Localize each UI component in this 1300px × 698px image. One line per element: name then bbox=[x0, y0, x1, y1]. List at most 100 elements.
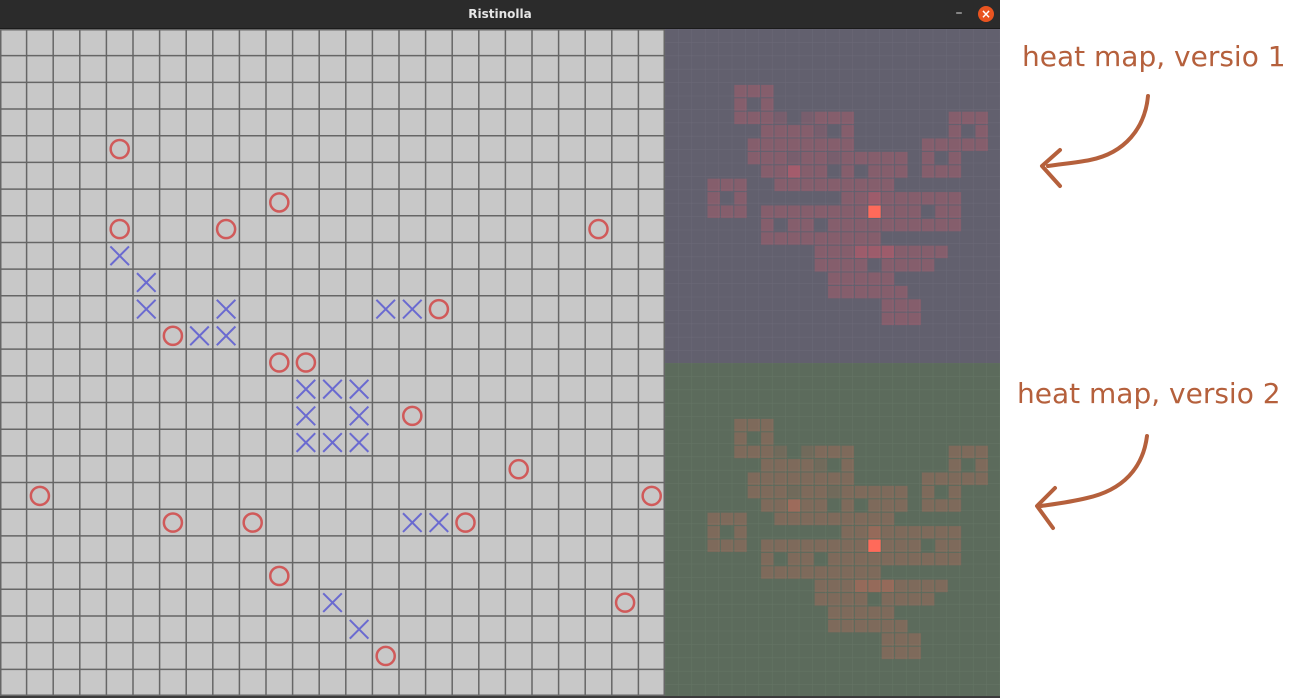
heat-cell bbox=[841, 539, 854, 552]
heat-cell bbox=[828, 259, 841, 272]
heat-cell bbox=[948, 526, 962, 539]
game-board[interactable] bbox=[0, 29, 665, 696]
heat-cell bbox=[814, 111, 828, 125]
heat-cell bbox=[921, 245, 935, 259]
heat-cell bbox=[908, 633, 921, 646]
heat-cell bbox=[828, 245, 841, 259]
heat-cell bbox=[975, 445, 988, 459]
heat-cell bbox=[895, 633, 908, 646]
heat-cell bbox=[828, 485, 841, 499]
heat-cell bbox=[868, 526, 881, 539]
heat-cell bbox=[828, 539, 841, 552]
heat-cell bbox=[841, 192, 854, 205]
heat-cell bbox=[841, 272, 854, 285]
heat-cell bbox=[707, 205, 720, 218]
heat-cell bbox=[747, 445, 761, 459]
heat-cell bbox=[881, 205, 895, 218]
heat-cell bbox=[921, 218, 935, 232]
heat-cell bbox=[814, 579, 828, 593]
heat-cell bbox=[774, 539, 787, 552]
heat-cell bbox=[801, 539, 814, 552]
heat-cell bbox=[787, 552, 801, 566]
heat-cell bbox=[814, 593, 828, 606]
heat-cell bbox=[868, 192, 881, 205]
heat-cell bbox=[895, 285, 908, 299]
heat-cell bbox=[734, 512, 747, 526]
heat-cell bbox=[868, 485, 881, 499]
heat-cell bbox=[881, 192, 895, 205]
heat-cell bbox=[908, 526, 921, 539]
heat-cell bbox=[868, 619, 881, 633]
heat-cell bbox=[828, 579, 841, 593]
heat-cell bbox=[841, 151, 854, 165]
heat-cell bbox=[868, 178, 881, 192]
heat-cell bbox=[761, 552, 774, 566]
heat-cell bbox=[761, 165, 774, 178]
heat-cell bbox=[895, 259, 908, 272]
heat-cell bbox=[841, 445, 854, 459]
heat-cell bbox=[854, 232, 868, 245]
heat-cell bbox=[908, 299, 921, 312]
heat-cell bbox=[747, 84, 761, 98]
heat-cell bbox=[841, 459, 854, 472]
heat-cell bbox=[908, 552, 921, 566]
heat-cell bbox=[948, 111, 962, 125]
heat-cell bbox=[921, 499, 935, 512]
heat-cell bbox=[841, 526, 854, 539]
heat-cell bbox=[841, 593, 854, 606]
heat-cell bbox=[801, 459, 814, 472]
heat-cell bbox=[881, 512, 895, 526]
heat-cell bbox=[801, 151, 814, 165]
close-button[interactable]: × bbox=[978, 6, 994, 22]
heat-cell bbox=[801, 512, 814, 526]
minimize-button[interactable]: – bbox=[950, 5, 968, 23]
heat-cell bbox=[814, 245, 828, 259]
heat-cell bbox=[895, 579, 908, 593]
heat-cell bbox=[975, 111, 988, 125]
heat-cell bbox=[761, 499, 774, 512]
heat-cell bbox=[854, 218, 868, 232]
heat-cell bbox=[948, 192, 962, 205]
heat-cell bbox=[761, 125, 774, 138]
heat-cell bbox=[881, 245, 895, 259]
heat-cell bbox=[921, 485, 935, 499]
heat-cell bbox=[881, 285, 895, 299]
title-bar[interactable]: Ristinolla – × bbox=[0, 0, 1000, 29]
heat-cell bbox=[787, 512, 801, 526]
heat-cell bbox=[854, 285, 868, 299]
heat-cell bbox=[895, 299, 908, 312]
heat-cell bbox=[948, 218, 962, 232]
heat-cell bbox=[774, 566, 787, 579]
heat-cell bbox=[761, 205, 774, 218]
heat-cell bbox=[747, 111, 761, 125]
heat-cell bbox=[828, 151, 841, 165]
heat-cell bbox=[895, 526, 908, 539]
heat-cell bbox=[868, 232, 881, 245]
heat-cell bbox=[854, 619, 868, 633]
heat-cell bbox=[868, 566, 881, 579]
heat-cell bbox=[921, 138, 935, 151]
heat-cell bbox=[814, 232, 828, 245]
heat-cell bbox=[761, 445, 774, 459]
heat-cell bbox=[774, 512, 787, 526]
heat-cell bbox=[761, 138, 774, 151]
heat-cell bbox=[908, 539, 921, 552]
heat-cell bbox=[774, 485, 787, 499]
heat-cell bbox=[814, 151, 828, 165]
heat-cell bbox=[761, 485, 774, 499]
heat-cell bbox=[935, 552, 948, 566]
heat-cell bbox=[787, 138, 801, 151]
heat-cell bbox=[895, 593, 908, 606]
heat-cell bbox=[841, 552, 854, 566]
heat-cell bbox=[868, 205, 881, 218]
heat-cell bbox=[962, 445, 975, 459]
heat-cell bbox=[841, 485, 854, 499]
heat-cell bbox=[868, 218, 881, 232]
heat-cell bbox=[841, 232, 854, 245]
heat-cell bbox=[801, 178, 814, 192]
heat-cell bbox=[921, 579, 935, 593]
heat-cell bbox=[814, 459, 828, 472]
heat-cell bbox=[841, 619, 854, 633]
heat-cell bbox=[747, 151, 761, 165]
heat-cell bbox=[895, 165, 908, 178]
